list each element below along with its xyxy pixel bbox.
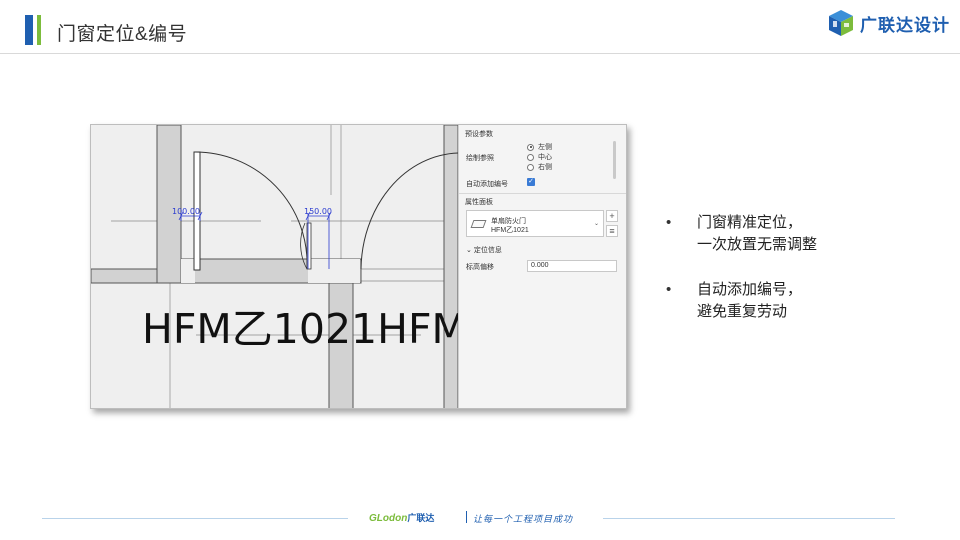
elevation-offset-label: 标高偏移 <box>466 264 494 271</box>
footer-slogan: 让每一个工程项目成功 <box>473 514 574 524</box>
radio-unselected-icon <box>527 163 534 171</box>
header-divider <box>0 53 960 54</box>
properties-side-panel: 预设参数 绘制参照 左侧 中心 右侧 自动添加编号 ✓ 属性面板 单扇防火门 H… <box>458 125 626 408</box>
bullet-item: • 门窗精准定位， 一次放置无需调整 <box>666 212 817 256</box>
cube-logo-icon <box>829 10 853 36</box>
radio-selected-icon <box>527 143 534 151</box>
header-accent-bar-blue <box>25 15 33 45</box>
bullet-text: 一次放置无需调整 <box>697 236 818 253</box>
dimension-left-text: 100.00 <box>172 207 200 216</box>
footer-line-right <box>603 518 895 519</box>
footer-brand-en: GLodon <box>369 513 408 524</box>
bullet-text: 自动添加编号， <box>697 281 803 298</box>
feature-bullets: • 门窗精准定位， 一次放置无需调整 • 自动添加编号， 避免重复劳动 <box>666 212 817 346</box>
logo-text: 广联达设计 <box>860 15 950 35</box>
cad-canvas[interactable]: 100.00 150.00 HFM乙1021HFM乙 <box>91 125 458 408</box>
bullet-item: • 自动添加编号， 避免重复劳动 <box>666 279 817 323</box>
auto-number-label: 自动添加编号 <box>466 181 508 188</box>
property-panel-title: 属性面板 <box>465 199 493 206</box>
door-number-label: HFM乙1021HFM乙 <box>142 305 458 353</box>
footer-line-left <box>42 518 348 519</box>
position-section-header[interactable]: ⌄ 定位信息 <box>466 245 502 255</box>
component-settings-button[interactable]: ≡ <box>606 225 618 237</box>
bullet-text: 门窗精准定位， <box>697 214 803 231</box>
software-screenshot: 100.00 150.00 HFM乙1021HFM乙 预设参数 绘制参照 左侧 … <box>90 124 627 409</box>
panel-divider <box>459 193 626 194</box>
elevation-offset-input[interactable]: 0.000 <box>527 260 617 272</box>
preset-section-title: 预设参数 <box>465 131 493 138</box>
chevron-down-icon[interactable]: ⌄ <box>594 220 599 227</box>
add-component-button[interactable]: + <box>606 210 618 222</box>
footer-separator <box>466 511 467 523</box>
header-accent-bar-green <box>37 15 41 45</box>
dimension-right-text: 150.00 <box>304 207 332 216</box>
radio-right[interactable]: 右侧 <box>527 162 552 172</box>
radio-left[interactable]: 左侧 <box>527 142 552 152</box>
draw-reference-label: 绘制参照 <box>466 155 494 162</box>
door-component-icon <box>470 220 487 228</box>
company-logo: 广联达设计 <box>828 8 950 38</box>
radio-center[interactable]: 中心 <box>527 152 552 162</box>
component-selector[interactable]: 单扇防火门 HFM乙1021 ⌄ <box>466 210 604 237</box>
bullet-text: 避免重复劳动 <box>697 303 788 320</box>
bullet-dot: • <box>666 281 672 298</box>
panel-scrollbar[interactable] <box>613 141 616 179</box>
component-code: HFM乙1021 <box>491 227 529 234</box>
radio-unselected-icon <box>527 153 534 161</box>
footer-brand-cn: 广联达 <box>407 513 435 523</box>
bullet-dot: • <box>666 214 672 231</box>
chevron-down-icon: ⌄ <box>466 247 472 254</box>
page-title: 门窗定位&编号 <box>57 24 188 45</box>
auto-number-checkbox[interactable]: ✓ <box>527 178 535 186</box>
footer-brand: GLodon广联达 <box>369 511 434 524</box>
